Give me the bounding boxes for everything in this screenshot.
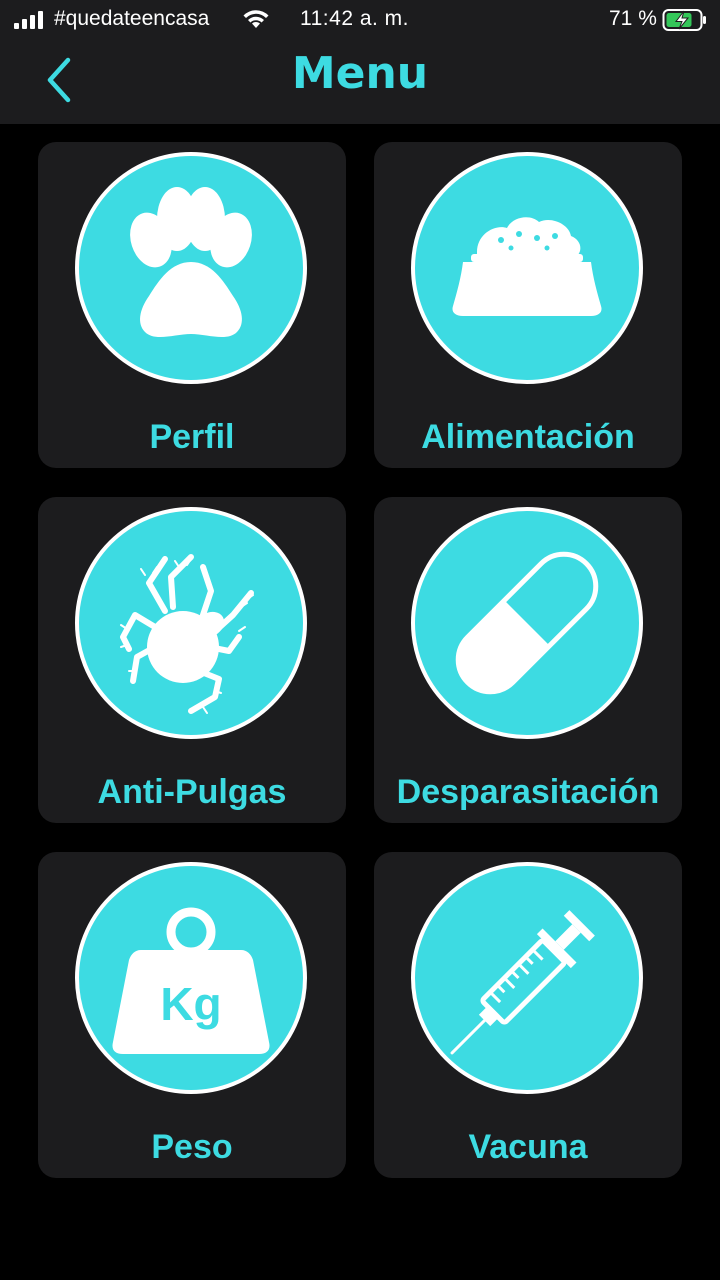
- paw-icon: [130, 187, 252, 338]
- menu-label: Peso: [151, 1128, 233, 1166]
- pill-icon: [455, 551, 599, 695]
- battery-charging-icon: [662, 9, 706, 31]
- status-bar: #quedateencasa 11:42 a. m. 71 %: [0, 0, 720, 40]
- nav-bar: Menu: [0, 40, 720, 124]
- signal-icon: [14, 11, 43, 29]
- menu-label: Perfil: [149, 418, 235, 456]
- menu-tile-desparasitacion[interactable]: Desparasitación: [374, 497, 682, 823]
- menu-tile-peso[interactable]: Kg Peso: [38, 852, 346, 1178]
- menu-tile-vacuna[interactable]: Vacuna: [374, 852, 682, 1178]
- flea-icon: [120, 554, 254, 714]
- menu-label: Desparasitación: [396, 773, 660, 811]
- page-title: Menu: [291, 48, 429, 99]
- menu-label: Vacuna: [468, 1128, 588, 1166]
- menu-tile-alimentacion[interactable]: Alimentación: [374, 142, 682, 468]
- menu-label: Anti-Pulgas: [97, 773, 287, 811]
- carrier-name: #quedateencasa: [54, 7, 210, 30]
- menu-icon-circle: [411, 507, 643, 739]
- menu-tile-perfil[interactable]: Perfil: [38, 142, 346, 468]
- menu-label: Alimentación: [421, 418, 635, 456]
- weight-unit-text: Kg: [160, 978, 221, 1030]
- weight-icon: Kg: [112, 907, 270, 1054]
- clock: 11:42 a. m.: [300, 7, 410, 30]
- menu-tile-anti-pulgas[interactable]: Anti-Pulgas: [38, 497, 346, 823]
- menu-icon-circle: [75, 152, 307, 384]
- menu-icon-circle: Kg: [75, 862, 307, 1094]
- menu-icon-circle: [75, 507, 307, 739]
- syringe-icon: [450, 910, 595, 1055]
- food-bowl-icon: [452, 217, 602, 316]
- menu-icon-circle: [411, 152, 643, 384]
- menu-icon-circle: [411, 862, 643, 1094]
- battery-percentage: 71 %: [609, 7, 657, 30]
- wifi-icon: [243, 10, 269, 28]
